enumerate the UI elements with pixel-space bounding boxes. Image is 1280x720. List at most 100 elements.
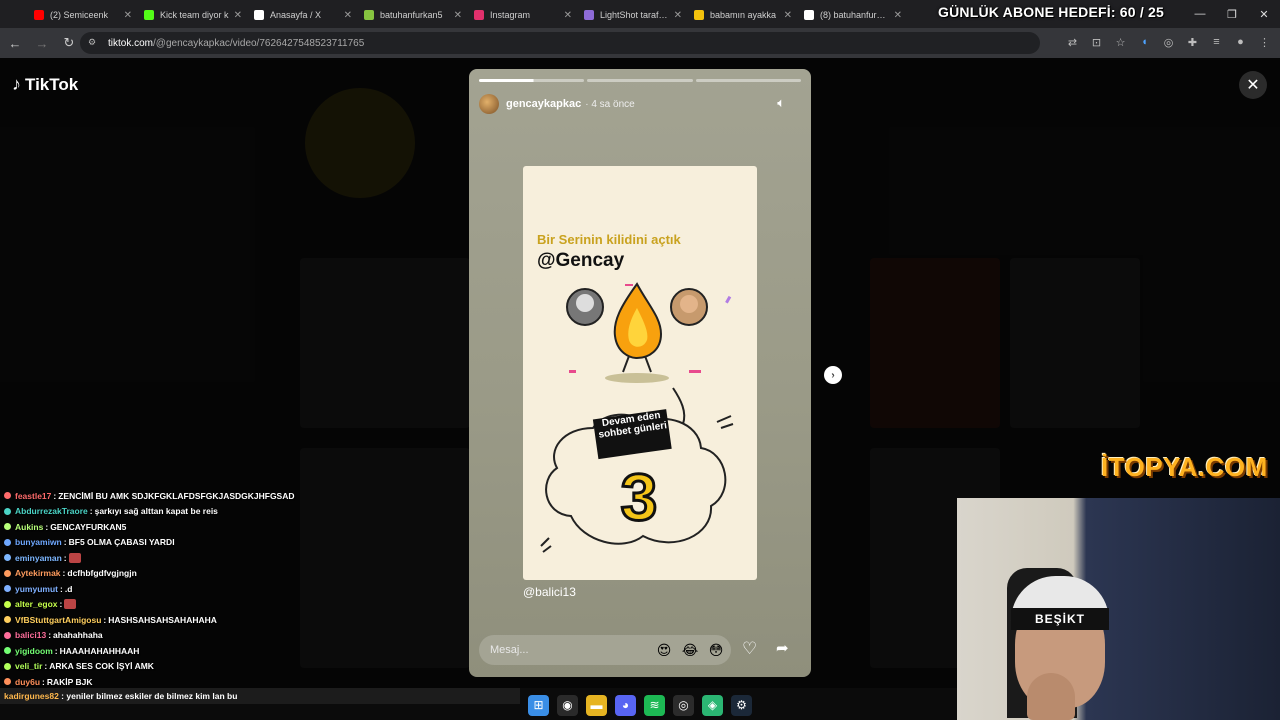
reload-icon[interactable]: ↻ (57, 31, 81, 55)
subscriber-goal-overlay: GÜNLÜK ABONE HEDEFİ: 60 / 25 (938, 4, 1165, 20)
browser-tab[interactable]: batuhanfurkan5 ✕ (358, 3, 468, 27)
site-info-icon[interactable]: ⚙ (88, 37, 100, 49)
chat-line: yigidoom: HAAAHAHAHHAAH (4, 643, 304, 659)
story-viewer[interactable]: gencaykapkac · 4 sa önce 🔈︎ Bir Serinin … (469, 69, 811, 677)
friend-avatar-face (680, 295, 698, 313)
chat-badge-icon (4, 523, 11, 531)
restore-icon[interactable]: ❐ (1216, 0, 1248, 28)
tiktok-note-icon: ♪ (12, 74, 21, 94)
extension-icon[interactable]: ◖ (1137, 33, 1152, 51)
confetti (725, 295, 732, 304)
chat-line: alter_egox: (4, 597, 304, 613)
url-input[interactable]: ⚙ tiktok.com/@gencaykapkac/video/7626427… (80, 32, 1040, 54)
flame-leg (644, 355, 652, 373)
chat-badge-icon (4, 662, 11, 670)
bookmark-star-icon[interactable]: ☆ (1113, 33, 1128, 51)
tab-label: Anasayfa / X (270, 10, 322, 20)
browser-tab[interactable]: (8) batuhanfurkan ✕ (798, 3, 908, 27)
chat-username: alter_egox (15, 599, 58, 610)
extension-icon[interactable]: ◎ (1161, 33, 1176, 51)
chat-emote-icon (64, 599, 77, 610)
tab-label: Kick team diyor k (160, 10, 229, 20)
xbox-icon[interactable]: ◈ (702, 694, 723, 716)
beanie-band: BEŞİKT (1011, 608, 1109, 630)
back-arrow-icon[interactable]: ← (3, 31, 27, 55)
message-input[interactable] (490, 644, 653, 656)
story-header: gencaykapkac · 4 sa önce 🔈︎ (479, 93, 801, 115)
browser-tab[interactable]: LightShot tarafınd ✕ (578, 3, 688, 27)
close-window-icon[interactable]: ✕ (1248, 0, 1280, 28)
forward-arrow-icon[interactable]: → (30, 31, 54, 55)
flame-leg (622, 355, 630, 373)
chat-username: VfBStuttgartAmigosu (15, 614, 102, 625)
avatar[interactable] (479, 94, 499, 114)
chat-username: feastle17 (15, 490, 52, 501)
windows-taskbar: ⊞ ◉ ▬ ◕ ≋ ◎ ◈ ⚙ (520, 690, 760, 720)
translate-icon[interactable]: ⇄ (1065, 33, 1080, 51)
tab-close-icon[interactable]: ✕ (564, 10, 572, 21)
chrome-icon[interactable]: ◉ (557, 694, 578, 716)
volume-icon[interactable]: 🔈︎ (777, 95, 785, 111)
flushed-emoji-icon[interactable]: 😳 (705, 639, 727, 661)
puzzle-icon[interactable]: ✚ (1185, 33, 1200, 51)
share-icon[interactable]: ➦ (776, 639, 789, 657)
chat-username: yumyumut (15, 583, 58, 594)
obs-icon[interactable]: ◎ (673, 694, 694, 716)
bubble-tail (672, 387, 686, 425)
chat-line: balici13: ahahahhaha (4, 628, 304, 644)
install-icon[interactable]: ⊡ (1089, 33, 1104, 51)
sponsor-logo: İTOPYA.COM (1101, 452, 1268, 482)
chat-line: kadirgunes82 : yeniler bilmez eskiler de… (0, 688, 520, 704)
tab-close-icon[interactable]: ✕ (344, 10, 352, 21)
windows-start-icon[interactable]: ⊞ (528, 694, 549, 716)
mention-tag[interactable]: @balici13 (523, 585, 576, 599)
kebab-menu-icon[interactable]: ⋮ (1257, 33, 1272, 51)
browser-tab[interactable]: Kick team diyor k ✕ (138, 3, 248, 27)
streak-illustration: 3 (540, 282, 734, 553)
tab-close-icon[interactable]: ✕ (784, 10, 792, 21)
chat-message: RAKİP BJK (46, 676, 93, 687)
tab-label: (8) batuhanfurkan (820, 10, 890, 20)
chat-separator: : (54, 645, 58, 656)
discord-icon[interactable]: ◕ (615, 694, 636, 716)
chat-separator: : (62, 568, 66, 579)
chat-separator: : (53, 490, 57, 501)
tab-close-icon[interactable]: ✕ (234, 10, 242, 21)
tab-close-icon[interactable]: ✕ (124, 10, 132, 21)
chat-badge-icon (4, 492, 11, 500)
beanie-text: BEŞİKT (1034, 612, 1085, 626)
file-explorer-icon[interactable]: ▬ (586, 694, 607, 716)
hand-cursor-icon: ☝ (829, 370, 838, 386)
browser-tab[interactable]: babamın ayakka ✕ (688, 3, 798, 27)
steam-icon[interactable]: ⚙ (731, 694, 752, 716)
chat-message: BF5 OLMA ÇABASI YARDI (68, 537, 175, 548)
browser-tab[interactable]: Anasayfa / X ✕ (248, 3, 358, 27)
media-icon[interactable]: ≡ (1209, 33, 1224, 51)
browser-tab[interactable]: Instagram ✕ (468, 3, 578, 27)
window-controls: — ❐ ✕ (1184, 0, 1280, 28)
chat-message: GENCAYFURKAN5 (50, 521, 127, 532)
laughing-emoji-icon[interactable]: 😂 (679, 639, 701, 661)
tab-favicon-icon (694, 10, 704, 20)
tiktok-logo[interactable]: ♪ TikTok (12, 74, 78, 95)
chat-emote-icon (68, 552, 81, 563)
tab-label: babamın ayakka (710, 10, 777, 20)
chat-badge-icon (4, 600, 11, 608)
spotify-icon[interactable]: ≋ (644, 694, 665, 716)
browser-tab[interactable]: (2) Semiceenk ✕ (28, 3, 138, 27)
close-story-button[interactable]: ✕ (1239, 71, 1267, 99)
tab-close-icon[interactable]: ✕ (674, 10, 682, 21)
tab-close-icon[interactable]: ✕ (454, 10, 462, 21)
chat-username: Aukins (15, 521, 44, 532)
minimize-icon[interactable]: — (1184, 0, 1216, 28)
tab-favicon-icon (254, 10, 264, 20)
tab-close-icon[interactable]: ✕ (894, 10, 902, 21)
chat-line: veli_tir: ARKA SES COK İŞYİ AMK (4, 659, 304, 675)
like-heart-icon[interactable]: ♡ (742, 639, 757, 659)
story-username[interactable]: gencaykapkac (506, 98, 581, 110)
profile-avatar-icon[interactable]: ● (1233, 33, 1248, 51)
chat-username: bunyamiwn (15, 537, 62, 548)
heart-eyes-emoji-icon[interactable]: 😍 (653, 639, 675, 661)
chat-badge-icon (4, 616, 11, 624)
chat-separator: : (59, 599, 63, 610)
